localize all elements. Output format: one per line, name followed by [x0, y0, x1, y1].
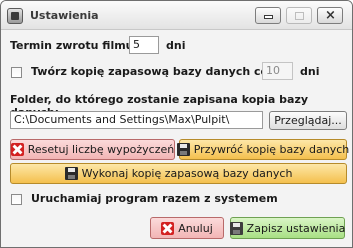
red-x-icon — [161, 221, 175, 235]
create-backup-label: Wykonaj kopię zapasową bazy danych — [81, 167, 293, 180]
minimize-icon — [264, 15, 273, 19]
save-settings-label: Zapisz ustawienia — [246, 221, 346, 235]
startup-label: Uruchamiaj program razem z systemem — [31, 192, 278, 205]
minimize-button[interactable] — [255, 7, 281, 24]
return-period-unit: dni — [166, 39, 186, 52]
reset-rentals-button[interactable]: Resetuj liczbę wypożyczeń — [10, 139, 175, 160]
backup-schedule-checkbox[interactable] — [11, 67, 22, 78]
cancel-label: Anuluj — [178, 221, 213, 235]
floppy-disk-icon — [229, 221, 243, 235]
browse-button[interactable]: Przeglądaj... — [269, 111, 347, 130]
backup-folder-path-input[interactable]: C:\Documents and Settings\Max\Pulpit\ — [10, 111, 263, 129]
save-settings-button[interactable]: Zapisz ustawienia — [229, 217, 346, 239]
app-icon — [7, 8, 23, 24]
startup-checkbox[interactable] — [11, 194, 22, 205]
maximize-button — [286, 7, 312, 24]
restore-backup-label: Przywróć kopię bazy danych — [193, 143, 350, 156]
settings-window: Ustawienia × Termin zwrotu filmu: 5 dni … — [0, 0, 353, 248]
close-button[interactable]: × — [317, 7, 343, 24]
cancel-button[interactable]: Anuluj — [150, 217, 224, 239]
title-bar[interactable]: Ustawienia × — [1, 1, 352, 30]
red-x-icon — [10, 143, 24, 156]
backup-schedule-label: Twórz kopię zapasową bazy danych co: — [31, 65, 273, 78]
maximize-icon — [295, 12, 304, 20]
restore-backup-button[interactable]: Przywróć kopię bazy danych — [176, 139, 350, 160]
backup-interval-input[interactable]: 10 — [262, 62, 293, 80]
close-icon: × — [325, 8, 336, 23]
return-period-input[interactable]: 5 — [129, 36, 159, 54]
return-period-label: Termin zwrotu filmu: — [10, 39, 138, 52]
floppy-disk-icon — [64, 167, 78, 180]
floppy-disk-icon — [176, 143, 190, 156]
backup-interval-unit: dni — [300, 65, 320, 78]
reset-rentals-label: Resetuj liczbę wypożyczeń — [27, 143, 175, 156]
window-title: Ustawienia — [30, 9, 99, 22]
create-backup-button[interactable]: Wykonaj kopię zapasową bazy danych — [10, 163, 347, 184]
